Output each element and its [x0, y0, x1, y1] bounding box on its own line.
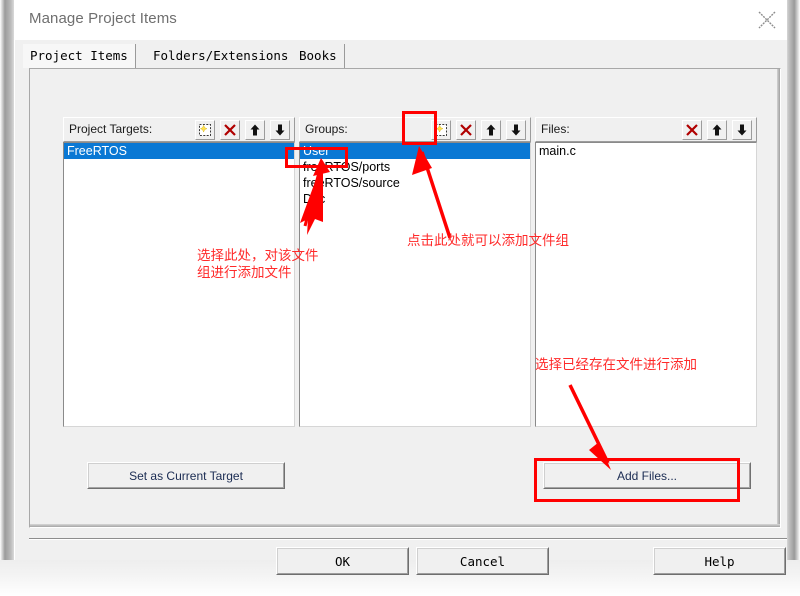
move-file-up-icon[interactable]	[707, 120, 727, 140]
files-listbox[interactable]: main.c	[535, 142, 757, 427]
help-button[interactable]: Help	[653, 547, 786, 575]
list-item[interactable]: FreeRTOS	[64, 143, 294, 159]
cancel-label: Cancel	[459, 553, 506, 569]
title-bar: Manage Project Items	[15, 0, 787, 40]
new-group-icon[interactable]	[431, 120, 451, 140]
groups-listbox[interactable]: User freeRTOS/ports freeRTOS/source Doc	[299, 142, 531, 427]
project-items-panel: Project Targets: FreeRTOS Groups: User f…	[29, 68, 781, 528]
panel-bottom-shadow	[30, 524, 780, 527]
move-group-down-icon[interactable]	[506, 120, 526, 140]
help-label: Help	[704, 553, 735, 569]
files-header: Files:	[535, 117, 757, 142]
files-column: Files: main.c	[535, 117, 757, 427]
delete-group-icon[interactable]	[456, 120, 476, 140]
desktop-left-strip	[0, 0, 14, 560]
tab-label: Project Items	[30, 48, 128, 63]
tab-label: Books	[299, 48, 337, 63]
set-as-current-target-button[interactable]: Set as Current Target	[87, 462, 285, 489]
move-project-target-down-icon[interactable]	[270, 120, 290, 140]
delete-project-target-icon[interactable]	[220, 120, 240, 140]
add-files-button[interactable]: Add Files...	[543, 462, 751, 489]
move-file-down-icon[interactable]	[732, 120, 752, 140]
set-as-current-target-label: Set as Current Target	[129, 468, 243, 483]
project-targets-listbox[interactable]: FreeRTOS	[63, 142, 295, 427]
cancel-button[interactable]: Cancel	[416, 547, 549, 575]
tab-label: Folders/Extensions	[153, 48, 289, 63]
groups-label: Groups:	[305, 122, 348, 136]
manage-project-items-dialog: Manage Project Items Project Items Folde…	[14, 0, 787, 575]
new-project-target-icon[interactable]	[195, 120, 215, 140]
list-item[interactable]: Doc	[300, 191, 530, 207]
tab-project-items[interactable]: Project Items	[23, 44, 136, 68]
groups-header: Groups:	[299, 117, 531, 142]
project-targets-column: Project Targets: FreeRTOS	[63, 117, 295, 427]
desktop-right-strip	[786, 0, 800, 596]
window-title: Manage Project Items	[29, 10, 177, 27]
delete-file-icon[interactable]	[682, 120, 702, 140]
tab-strip: Project Items Folders/Extensions Books	[15, 40, 787, 68]
ok-label: OK	[334, 553, 351, 569]
add-files-label: Add Files...	[616, 468, 678, 483]
files-label: Files:	[541, 122, 570, 136]
screenshot-root: Manage Project Items Project Items Folde…	[0, 0, 800, 596]
list-item[interactable]: freeRTOS/source	[300, 175, 530, 191]
list-item[interactable]: main.c	[536, 143, 756, 159]
list-item[interactable]: User	[300, 143, 530, 159]
tab-books[interactable]: Books	[292, 44, 345, 68]
list-item[interactable]: freeRTOS/ports	[300, 159, 530, 175]
panel-right-shadow	[777, 69, 780, 527]
tab-folders-extensions[interactable]: Folders/Extensions	[146, 44, 297, 68]
groups-column: Groups: User freeRTOS/ports freeRTOS/sou…	[299, 117, 531, 427]
close-icon[interactable]	[747, 2, 787, 36]
move-project-target-up-icon[interactable]	[245, 120, 265, 140]
project-targets-label: Project Targets:	[69, 122, 153, 136]
project-targets-header: Project Targets:	[63, 117, 295, 142]
ok-button[interactable]: OK	[276, 547, 409, 575]
move-group-up-icon[interactable]	[481, 120, 501, 140]
